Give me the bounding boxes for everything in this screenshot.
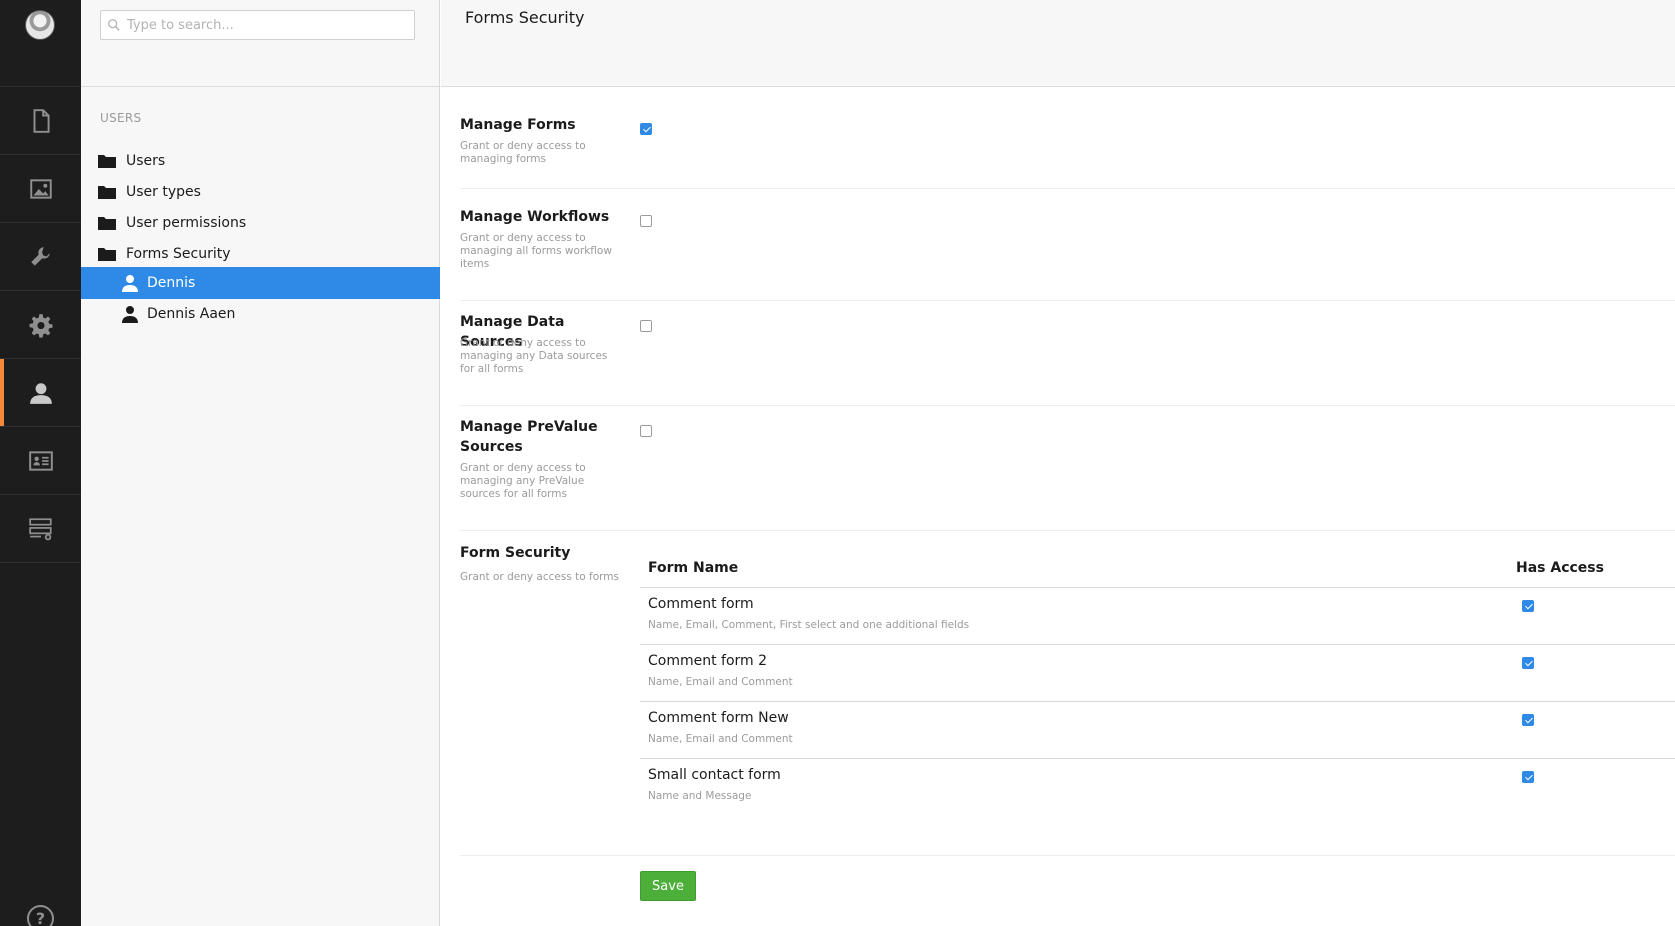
table-header: Form Name Has Access — [640, 550, 1675, 588]
search-box[interactable] — [100, 10, 415, 40]
form-fields: Name, Email and Comment — [648, 676, 793, 688]
property-label: Manage Forms — [460, 117, 576, 133]
form-fields: Name and Message — [648, 790, 752, 802]
user-icon — [122, 275, 138, 292]
property-manage-forms: Manage Forms Grant or deny access to man… — [460, 115, 1675, 189]
forms-icon — [28, 517, 52, 540]
folder-icon — [98, 155, 116, 168]
section-members[interactable] — [0, 427, 81, 495]
app-section-rail: ? — [0, 0, 81, 926]
property-manage-prevalue-sources: Manage PreValue Sources Grant or deny ac… — [460, 417, 1675, 531]
property-description: Grant or deny access to managing all for… — [460, 232, 612, 270]
form-name: Comment form — [648, 596, 754, 612]
search-icon — [108, 19, 120, 31]
form-security-label: Form Security — [460, 545, 571, 561]
save-button[interactable]: Save — [640, 871, 696, 901]
has-access-checkbox[interactable] — [1522, 657, 1534, 669]
section-media[interactable] — [0, 155, 81, 223]
property-label: Manage PreValue Sources — [460, 419, 598, 455]
avatar[interactable] — [25, 10, 55, 40]
folder-icon — [98, 217, 116, 230]
manage-workflows-checkbox[interactable] — [640, 215, 652, 227]
column-form-name: Form Name — [648, 560, 739, 576]
tree-node-dennis-aaen[interactable]: Dennis Aaen — [81, 298, 440, 330]
settings-icon — [29, 313, 52, 338]
media-icon — [29, 178, 52, 199]
property-label: Manage Workflows — [460, 209, 610, 225]
content-icon — [33, 108, 50, 133]
section-settings[interactable] — [0, 291, 81, 359]
developer-icon — [30, 246, 50, 266]
table-row: Comment form New Name, Email and Comment — [640, 702, 1675, 759]
folder-icon — [98, 248, 116, 261]
has-access-checkbox[interactable] — [1522, 771, 1534, 783]
editor-header: Forms Security — [441, 0, 1675, 87]
tree-node-user-permissions[interactable]: User permissions — [81, 207, 440, 239]
members-icon — [28, 450, 53, 471]
tree-node-label: Dennis — [147, 275, 196, 291]
property-description: Grant or deny access to managing forms — [460, 140, 586, 165]
property-description: Grant or deny access to managing any Pre… — [460, 462, 586, 500]
section-content[interactable] — [0, 87, 81, 155]
manage-prevalue-sources-checkbox[interactable] — [640, 425, 652, 437]
tree-node-label: Forms Security — [126, 246, 231, 262]
tree-node-user-types[interactable]: User types — [81, 176, 440, 208]
manage-data-sources-checkbox[interactable] — [640, 320, 652, 332]
table-row: Small contact form Name and Message — [640, 759, 1675, 816]
tree-divider — [81, 86, 440, 87]
has-access-checkbox[interactable] — [1522, 714, 1534, 726]
tree-node-label: User types — [126, 184, 201, 200]
form-security-description: Grant or deny access to forms — [460, 571, 619, 583]
property-description: Grant or deny access to managing any Dat… — [460, 337, 608, 375]
section-developer[interactable] — [0, 223, 81, 291]
search-input[interactable] — [127, 17, 407, 33]
form-fields: Name, Email, Comment, First select and o… — [648, 619, 970, 631]
page-title: Forms Security — [465, 8, 585, 27]
table-row: Comment form 2 Name, Email and Comment — [640, 645, 1675, 702]
tree-panel: USERS Users User types User permissions … — [81, 0, 440, 926]
form-name: Comment form 2 — [648, 653, 768, 669]
property-manage-workflows: Manage Workflows Grant or deny access to… — [460, 207, 1675, 301]
manage-forms-checkbox[interactable] — [640, 123, 652, 135]
form-name: Comment form New — [648, 710, 789, 726]
users-icon — [29, 382, 52, 404]
folder-icon — [98, 186, 116, 199]
column-has-access: Has Access — [1516, 560, 1604, 576]
user-icon — [122, 306, 138, 323]
section-users[interactable] — [0, 359, 81, 427]
form-name: Small contact form — [648, 767, 781, 783]
actions-divider — [460, 855, 1675, 856]
form-security-table: Form Name Has Access Comment form Name, … — [640, 550, 1675, 816]
form-fields: Name, Email and Comment — [648, 733, 793, 745]
tree-root-label: USERS — [100, 111, 142, 125]
tree-node-label: Dennis Aaen — [147, 306, 236, 322]
property-manage-data-sources: Manage Data Sources Grant or deny access… — [460, 312, 1675, 406]
table-row: Comment form Name, Email, Comment, First… — [640, 588, 1675, 645]
tree-node-dennis[interactable]: Dennis — [81, 267, 440, 299]
tree-node-label: User permissions — [126, 215, 247, 231]
editor-panel: Forms Security Manage Forms Grant or den… — [441, 0, 1675, 926]
help-icon[interactable]: ? — [27, 905, 54, 926]
section-forms[interactable] — [0, 495, 81, 563]
tree-node-forms-security[interactable]: Forms Security — [81, 238, 440, 270]
has-access-checkbox[interactable] — [1522, 600, 1534, 612]
tree-node-label: Users — [126, 153, 166, 169]
tree-node-users[interactable]: Users — [81, 145, 440, 177]
